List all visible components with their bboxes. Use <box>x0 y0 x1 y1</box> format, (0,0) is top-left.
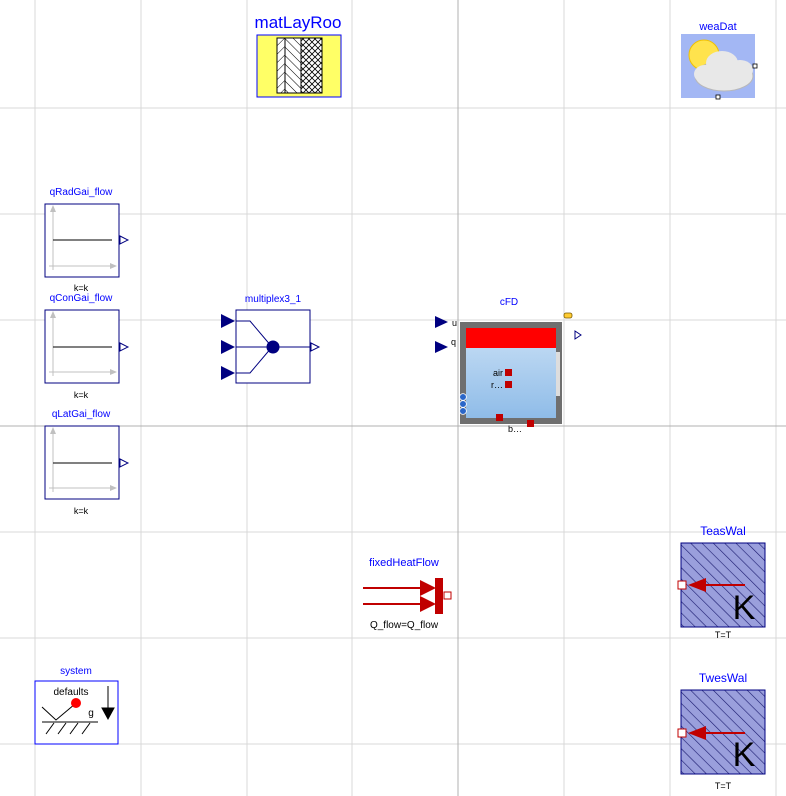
system-label: system <box>60 666 92 677</box>
qRadGai_flow-output-port[interactable] <box>119 235 130 245</box>
qLatGai_flow-output-port[interactable] <box>119 458 130 468</box>
qConGai_flow-label: qConGai_flow <box>50 293 114 304</box>
qRadGai_flow-block[interactable]: qRadGai_flow k=k <box>44 187 130 293</box>
qConGai_flow-block[interactable]: qConGai_flow k=k <box>44 293 130 400</box>
qRadGai_flow-param: k=k <box>74 283 89 293</box>
cFD-fluid-ports[interactable] <box>459 393 467 415</box>
diagram-canvas: matLayRoo weaDat qRadGai_flow k=k qConGa… <box>0 0 786 796</box>
multiplex3_1-input-1-port[interactable] <box>221 314 235 328</box>
cFD-label: cFD <box>500 297 518 308</box>
fixedHeatFlow-param: Q_flow=Q_flow <box>370 620 439 631</box>
qLatGai_flow-label: qLatGai_flow <box>52 409 111 420</box>
fixedHeatFlow-block[interactable]: fixedHeatFlow Q_flow=Q_flow <box>363 557 452 631</box>
cFD-heatPortAir[interactable] <box>505 369 512 376</box>
cFD-surf-port-1[interactable] <box>496 414 503 421</box>
weaDat-bottom-port[interactable] <box>715 94 721 100</box>
matLayRoo-block[interactable]: matLayRoo <box>255 13 342 98</box>
room-ceiling-surface <box>466 328 556 348</box>
TeasWal-port[interactable] <box>677 580 687 590</box>
TwesWal-unit: K <box>733 736 756 774</box>
TwesWal-param: T=T <box>715 781 732 791</box>
cFD-surf-port-2[interactable] <box>527 420 534 427</box>
fixedHeatFlow-label: fixedHeatFlow <box>369 557 439 569</box>
qLatGai_flow-param: k=k <box>74 506 89 516</box>
TeasWal-label: TeasWal <box>700 524 746 538</box>
qConGai_flow-param: k=k <box>74 390 89 400</box>
qRadGai_flow-label: qRadGai_flow <box>50 187 114 198</box>
TeasWal-block[interactable]: TeasWal K T=T <box>677 524 766 640</box>
multiplex3_1-input-2-port[interactable] <box>221 340 235 354</box>
cFD-port-u-label: u <box>452 318 457 328</box>
cFD-port-r-label: r… <box>491 380 503 390</box>
system-block[interactable]: system defaults g <box>34 666 119 745</box>
heat-flow-arrows-icon <box>363 578 443 614</box>
multiplex3_1-input-3-port[interactable] <box>221 366 235 380</box>
multiplex3_1-output-port[interactable] <box>310 342 321 352</box>
weaDat-label: weaDat <box>698 21 736 33</box>
cFD-output-port[interactable] <box>574 330 582 340</box>
TwesWal-port[interactable] <box>677 728 687 738</box>
weaDat-bus-port[interactable] <box>752 63 758 69</box>
cFD-heatPortRad[interactable] <box>505 381 512 388</box>
qLatGai_flow-block[interactable]: qLatGai_flow k=k <box>44 409 130 516</box>
TeasWal-param: T=T <box>715 630 732 640</box>
multiplex3_1-label: multiplex3_1 <box>245 294 302 305</box>
room-window-icon <box>556 352 560 396</box>
cFD-port-air-label: air <box>493 368 503 378</box>
grid-axes <box>0 0 786 796</box>
cFD-port-b-label: b… <box>508 424 522 434</box>
cFD-input-u-port[interactable] <box>435 316 448 328</box>
fixedHeatFlow-port[interactable] <box>443 591 452 600</box>
matLayRoo-label: matLayRoo <box>255 13 342 32</box>
TeasWal-unit: K <box>733 589 756 627</box>
cFD-port-q-label: q <box>451 337 456 347</box>
system-ball-icon <box>71 698 81 708</box>
wall-layers-icon <box>276 37 323 94</box>
TwesWal-block[interactable]: TwesWal K T=T <box>677 671 766 791</box>
qConGai_flow-output-port[interactable] <box>119 342 130 352</box>
system-defaults-label: defaults <box>53 687 88 698</box>
system-gravity-label: g <box>88 708 94 719</box>
weaDat-block[interactable]: weaDat <box>681 21 758 100</box>
TwesWal-label: TwesWal <box>699 671 747 685</box>
cFD-weather-bus-port[interactable] <box>563 312 573 319</box>
cFD-input-q-port[interactable] <box>435 341 448 353</box>
grid <box>0 0 786 796</box>
cFD-block[interactable]: cFD air r… b… u q <box>435 297 582 434</box>
multiplex3_1-block[interactable]: multiplex3_1 <box>221 294 321 384</box>
